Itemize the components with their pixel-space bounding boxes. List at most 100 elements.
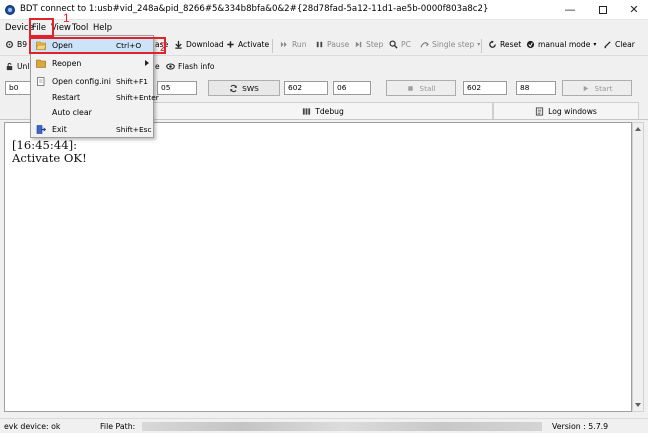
log-icon xyxy=(536,106,544,116)
step-label: Step xyxy=(366,40,384,49)
file-menu-open-config-label: Open config.ini xyxy=(52,77,111,86)
run-icon xyxy=(280,41,287,48)
manual-mode-label: manual mode xyxy=(538,40,591,49)
erase2-label-fragment: e xyxy=(155,62,160,71)
reopen-folder-icon xyxy=(36,59,46,68)
file-menu-auto-clear-label: Auto clear xyxy=(52,108,92,117)
tab-log-windows[interactable]: Log windows xyxy=(493,102,639,119)
erase2-button[interactable]: e xyxy=(155,62,160,71)
plus-icon xyxy=(227,41,234,48)
window-title: BDT connect to 1:usb#vid_248a&pid_8266#5… xyxy=(20,4,489,14)
eye-icon xyxy=(166,63,175,70)
chevron-down-icon: ▾ xyxy=(593,41,597,48)
run-label: Run xyxy=(292,40,307,49)
toolbar-separator xyxy=(481,39,482,53)
single-step-dropdown[interactable]: Single step ▾ xyxy=(420,40,480,49)
file-menu-restart-shortcut: Shift+Enter xyxy=(116,93,159,102)
value-field[interactable]: 05 xyxy=(157,81,197,95)
download-label: Download xyxy=(186,40,224,49)
stall-button[interactable]: Stall xyxy=(386,80,456,96)
device-status: evk device: ok xyxy=(4,422,61,431)
scroll-up-icon[interactable] xyxy=(635,127,641,131)
pc-label: PC xyxy=(401,40,411,49)
address3-field[interactable]: 602 xyxy=(463,81,507,95)
menu-help[interactable]: Help xyxy=(93,22,112,32)
run-button[interactable]: Run xyxy=(280,40,307,49)
sws-label: SWS xyxy=(242,83,259,93)
title-bar: BDT connect to 1:usb#vid_248a&pid_8266#5… xyxy=(0,0,648,20)
activate-label: Activate xyxy=(238,40,270,49)
reset-icon xyxy=(489,40,496,48)
download-icon xyxy=(175,40,182,49)
stop-icon xyxy=(408,85,414,91)
file-menu-reopen[interactable]: Reopen xyxy=(32,56,153,71)
minimize-button[interactable]: — xyxy=(556,0,584,20)
file-menu-open-config-shortcut: Shift+F1 xyxy=(116,77,148,86)
menu-bar: Device File View Tool Help xyxy=(0,20,648,36)
sws-button[interactable]: SWS xyxy=(208,80,280,96)
clear-button[interactable]: Clear xyxy=(603,40,635,49)
annotation-number-2: 2 xyxy=(160,40,167,54)
value3-field[interactable]: 88 xyxy=(516,81,556,95)
file-menu-auto-clear[interactable]: Auto clear xyxy=(32,105,153,120)
redacted-file-path xyxy=(142,422,542,431)
stall-label: Stall xyxy=(419,83,436,93)
start-label: Start xyxy=(594,83,613,93)
download-button[interactable]: Download xyxy=(174,40,224,49)
toolbar-separator xyxy=(272,39,273,53)
file-path-label: File Path: xyxy=(100,422,136,431)
tab-tdebug[interactable]: Tdebug xyxy=(153,102,493,119)
file-menu-exit[interactable]: Exit Shift+Esc xyxy=(32,122,153,137)
file-menu-restart[interactable]: Restart Shift+Enter xyxy=(32,90,159,105)
flash-info-button[interactable]: Flash info xyxy=(166,62,215,71)
pause-label: Pause xyxy=(327,40,350,49)
step-button[interactable]: Step xyxy=(354,40,383,49)
address2-field[interactable]: 602 xyxy=(284,81,328,95)
file-menu-exit-label: Exit xyxy=(52,125,67,134)
search-icon xyxy=(389,40,398,49)
clear-icon xyxy=(604,41,611,49)
activate-button[interactable]: Activate xyxy=(226,40,269,49)
reset-button[interactable]: Reset xyxy=(488,40,521,49)
tdebug-icon xyxy=(303,107,311,115)
clear-label: Clear xyxy=(615,40,635,49)
pause-icon xyxy=(316,41,323,48)
close-button[interactable]: ✕ xyxy=(620,0,648,20)
file-menu-exit-shortcut: Shift+Esc xyxy=(116,125,152,134)
unlock-button[interactable]: Unl xyxy=(5,62,29,71)
mode-icon xyxy=(526,40,535,49)
value2-field[interactable]: 06 xyxy=(333,81,371,95)
chip-label: B9 xyxy=(17,40,28,49)
version-label: Version : 5.7.9 xyxy=(552,422,609,431)
annotation-box-file-menu xyxy=(29,18,54,37)
lock-icon xyxy=(6,62,13,71)
reset-label: Reset xyxy=(500,40,522,49)
annotation-number-1: 1 xyxy=(63,11,70,25)
scroll-down-icon[interactable] xyxy=(635,403,641,407)
log-output[interactable]: [16:45:44]: Activate OK! xyxy=(4,122,632,412)
file-menu-reopen-label: Reopen xyxy=(52,59,82,68)
tab-log-windows-label: Log windows xyxy=(548,106,597,116)
status-bar: evk device: ok File Path: Version : 5.7.… xyxy=(0,418,648,433)
file-menu-restart-label: Restart xyxy=(52,93,81,102)
manual-mode-dropdown[interactable]: manual mode ▾ xyxy=(526,40,596,49)
pause-button[interactable]: Pause xyxy=(315,40,349,49)
flash-info-label: Flash info xyxy=(178,62,215,71)
log-scrollbar[interactable] xyxy=(632,122,644,412)
start-button[interactable]: Start xyxy=(562,80,632,96)
refresh-icon xyxy=(230,84,237,92)
log-text: [16:45:44]: Activate OK! xyxy=(12,138,87,165)
chip-select-button[interactable]: B9 xyxy=(5,40,27,49)
config-file-icon xyxy=(37,77,45,86)
annotation-box-open-item xyxy=(29,37,166,54)
menu-tool[interactable]: Tool xyxy=(72,22,88,32)
single-step-label: Single step xyxy=(432,40,475,49)
maximize-button[interactable] xyxy=(589,0,617,20)
app-logo-icon xyxy=(5,5,15,15)
play-icon xyxy=(584,85,589,91)
chevron-down-icon: ▾ xyxy=(477,41,481,48)
file-menu-open-config[interactable]: Open config.ini Shift+F1 xyxy=(32,74,153,89)
exit-icon xyxy=(36,125,46,134)
bdt-window: BDT connect to 1:usb#vid_248a&pid_8266#5… xyxy=(0,0,648,433)
pc-button[interactable]: PC xyxy=(389,40,411,49)
